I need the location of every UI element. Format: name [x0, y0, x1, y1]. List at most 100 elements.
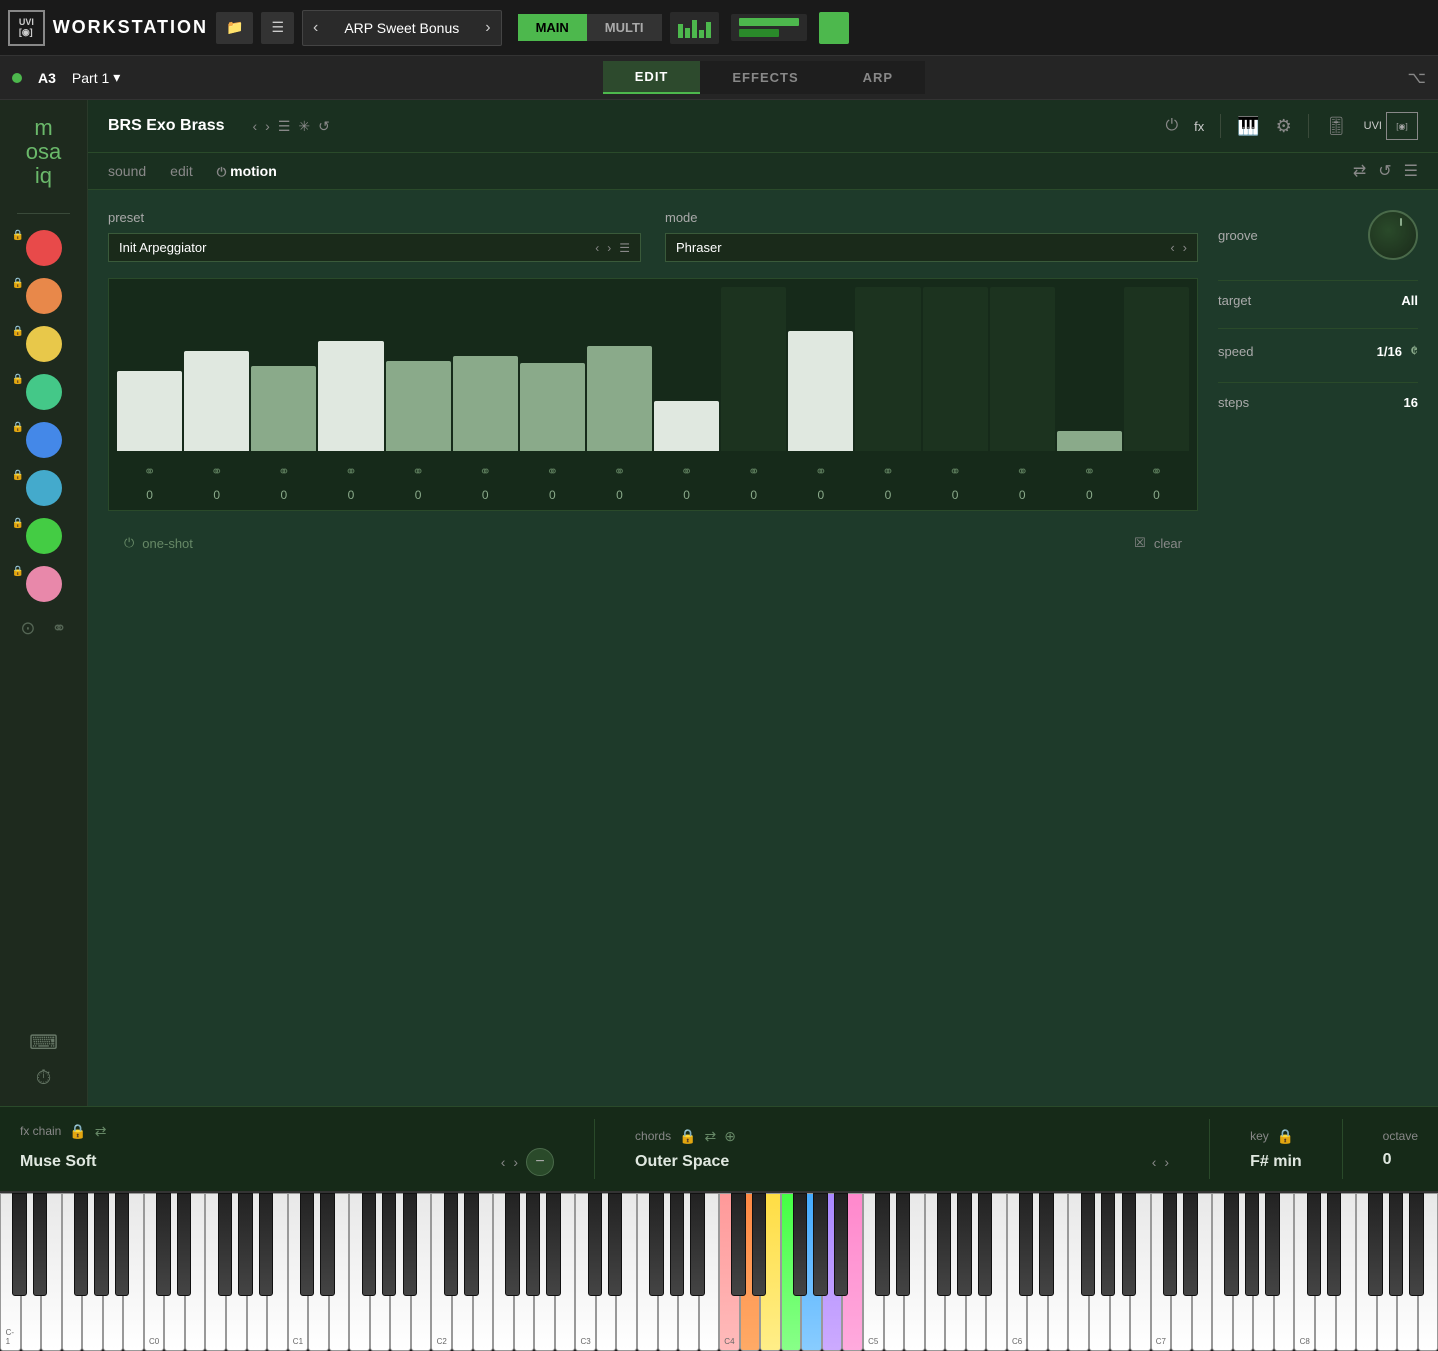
black-key-43[interactable] [896, 1193, 910, 1296]
black-key-42[interactable] [875, 1193, 889, 1296]
link-icon-12[interactable]: ⚭ [923, 463, 988, 480]
inst-list-button[interactable]: ☰ [278, 118, 291, 135]
black-key-45[interactable] [937, 1193, 951, 1296]
black-key-35[interactable] [731, 1193, 745, 1296]
keyboard-icon[interactable]: ⌨ [29, 1030, 58, 1055]
next-preset-button[interactable]: › [475, 11, 500, 45]
chords-shuffle-icon[interactable]: ⇄ [705, 1128, 717, 1145]
preset-dropdown[interactable]: Init Arpeggiator ‹ › ☰ [108, 233, 641, 262]
link-icon-10[interactable]: ⚭ [788, 463, 853, 480]
black-key-19[interactable] [403, 1193, 417, 1296]
circles-icon[interactable]: ⊙ [20, 618, 35, 639]
black-key-60[interactable] [1245, 1193, 1259, 1296]
black-key-53[interactable] [1101, 1193, 1115, 1296]
piano-icon-button[interactable]: 🎹 [1237, 116, 1259, 137]
black-key-64[interactable] [1327, 1193, 1341, 1296]
inst-refresh-button[interactable]: ↺ [318, 118, 330, 135]
one-shot-button[interactable]: ⏻ one-shot [124, 535, 193, 551]
black-key-63[interactable] [1307, 1193, 1321, 1296]
prev-preset-button[interactable]: ‹ [303, 11, 328, 45]
black-key-56[interactable] [1163, 1193, 1177, 1296]
black-key-52[interactable] [1081, 1193, 1095, 1296]
seq-bar-7[interactable] [587, 287, 652, 451]
color-dot-teal[interactable]: 🔒 [26, 374, 62, 410]
link-icon-9[interactable]: ⚭ [721, 463, 786, 480]
seq-bar-8[interactable] [654, 287, 719, 451]
black-key-50[interactable] [1039, 1193, 1053, 1296]
tab-effects[interactable]: EFFECTS [700, 61, 830, 94]
black-key-10[interactable] [218, 1193, 232, 1296]
seq-bar-14[interactable] [1057, 287, 1122, 451]
black-key-49[interactable] [1019, 1193, 1033, 1296]
seq-bar-13[interactable] [990, 287, 1055, 451]
seq-bar-12[interactable] [923, 287, 988, 451]
fx-prev-button[interactable]: ‹ [501, 1154, 506, 1170]
black-key-36[interactable] [752, 1193, 766, 1296]
black-key-28[interactable] [588, 1193, 602, 1296]
black-key-39[interactable] [813, 1193, 827, 1296]
seq-bar-11[interactable] [855, 287, 920, 451]
chords-next-button[interactable]: › [1164, 1154, 1169, 1170]
color-dot-yellow[interactable]: 🔒 [26, 326, 62, 362]
black-key-21[interactable] [444, 1193, 458, 1296]
color-dot-green[interactable]: 🔒 [26, 518, 62, 554]
link-icon-5[interactable]: ⚭ [453, 463, 518, 480]
black-key-8[interactable] [177, 1193, 191, 1296]
link-icon-4[interactable]: ⚭ [386, 463, 451, 480]
black-key-22[interactable] [464, 1193, 478, 1296]
subnav-motion[interactable]: ⏻ motion [217, 163, 277, 180]
mode-dropdown[interactable]: Phraser ‹ › [665, 233, 1198, 262]
black-key-33[interactable] [690, 1193, 704, 1296]
clear-button[interactable]: ☒ clear [1134, 535, 1182, 551]
shuffle-icon[interactable]: ⇄ [1353, 161, 1366, 181]
tab-arp[interactable]: ARP [831, 61, 925, 94]
seq-bar-6[interactable] [520, 287, 585, 451]
black-key-31[interactable] [649, 1193, 663, 1296]
link-icon-11[interactable]: ⚭ [855, 463, 920, 480]
black-key-61[interactable] [1265, 1193, 1279, 1296]
power-button[interactable]: ⏻ [1165, 117, 1178, 135]
black-key-54[interactable] [1122, 1193, 1136, 1296]
black-key-7[interactable] [156, 1193, 170, 1296]
seq-bar-5[interactable] [453, 287, 518, 451]
black-key-5[interactable] [115, 1193, 129, 1296]
black-key-17[interactable] [362, 1193, 376, 1296]
part-selector[interactable]: Part 1 ▾ [72, 69, 120, 86]
black-key-0[interactable] [12, 1193, 26, 1296]
black-key-24[interactable] [505, 1193, 519, 1296]
black-key-15[interactable] [320, 1193, 334, 1296]
menu-button[interactable]: ☰ [261, 12, 294, 44]
link-icon-0[interactable]: ⚭ [117, 463, 182, 480]
black-key-25[interactable] [526, 1193, 540, 1296]
clock-icon[interactable]: ⏱ [36, 1067, 52, 1090]
black-key-59[interactable] [1224, 1193, 1238, 1296]
chords-prev-button[interactable]: ‹ [1152, 1154, 1157, 1170]
seq-bar-4[interactable] [386, 287, 451, 451]
black-key-1[interactable] [33, 1193, 47, 1296]
black-key-14[interactable] [300, 1193, 314, 1296]
black-key-68[interactable] [1409, 1193, 1423, 1296]
link-icon-1[interactable]: ⚭ [184, 463, 249, 480]
black-key-38[interactable] [793, 1193, 807, 1296]
black-key-40[interactable] [834, 1193, 848, 1296]
link-icon-2[interactable]: ⚭ [251, 463, 316, 480]
inst-next-button[interactable]: › [265, 118, 270, 134]
subnav-edit[interactable]: edit [170, 163, 193, 179]
groove-knob[interactable] [1368, 210, 1418, 260]
black-key-12[interactable] [259, 1193, 273, 1296]
folder-button[interactable]: 📁 [216, 12, 253, 44]
chords-add-icon[interactable]: ⊕ [724, 1128, 736, 1145]
black-key-29[interactable] [608, 1193, 622, 1296]
seq-bar-2[interactable] [251, 287, 316, 451]
color-dot-lightblue[interactable]: 🔒 [26, 470, 62, 506]
black-key-57[interactable] [1183, 1193, 1197, 1296]
fx-minus-button[interactable]: − [526, 1148, 554, 1176]
fx-button[interactable]: fx [1194, 119, 1204, 134]
seq-bar-15[interactable] [1124, 287, 1189, 451]
fx-shuffle-icon[interactable]: ⇄ [95, 1123, 107, 1140]
sequencer-grid[interactable] [109, 279, 1197, 459]
black-key-46[interactable] [957, 1193, 971, 1296]
multi-button[interactable]: MULTI [587, 14, 662, 41]
black-key-47[interactable] [978, 1193, 992, 1296]
menu-icon[interactable]: ☰ [1404, 161, 1418, 181]
